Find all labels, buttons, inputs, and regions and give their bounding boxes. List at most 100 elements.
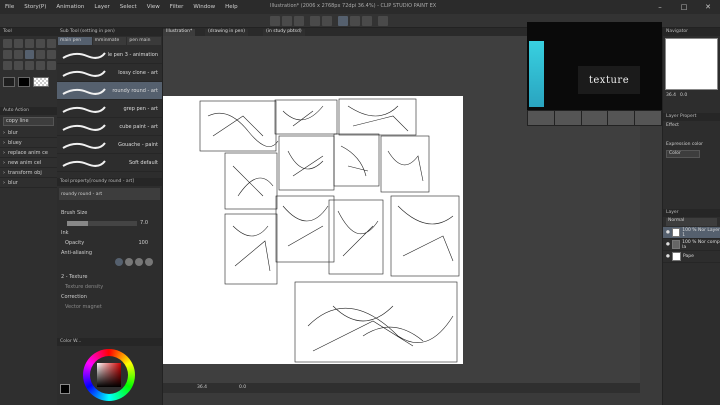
gradient-icon[interactable] [47,61,56,70]
canvas-paper[interactable] [163,96,463,364]
vector-magnet-row[interactable]: Vector magnet [57,302,162,312]
saturation-square[interactable] [97,363,121,387]
main-color-swatch[interactable] [3,77,15,87]
brush-item[interactable]: cube paint - art [57,118,162,136]
maximize-button[interactable]: □ [672,0,696,14]
tool-grid [0,36,57,73]
brush-item[interactable]: lossy clone - art [57,64,162,82]
snap-icon[interactable] [338,16,348,26]
menu-help[interactable]: Help [220,4,243,10]
layer-row[interactable]: ● Pape [663,251,720,263]
open-file-icon[interactable] [282,16,292,26]
menu-select[interactable]: Select [115,4,142,10]
brush-label: grep pen - art [123,105,158,112]
auto-action-select[interactable]: copy line [3,117,54,126]
eye-icon[interactable]: ● [666,242,670,247]
brush-size-track[interactable] [67,220,137,226]
list-item[interactable]: › bluey [0,138,57,148]
aa-strong-icon[interactable] [145,258,153,266]
redo-icon[interactable] [322,16,332,26]
brush-stroke-preview [62,87,106,95]
eyedropper-icon[interactable] [14,50,23,59]
rotation-readout[interactable]: 0.0 [239,385,246,390]
navigator-angle[interactable]: 0.0 [680,93,687,98]
brush-size-slider[interactable]: 7.0 [57,218,162,228]
eye-icon[interactable]: ● [666,230,670,235]
brush-label: Gouache - paint [118,141,158,148]
tab-drawing[interactable]: (drawing in pen) [205,29,249,36]
settings-icon[interactable] [378,16,388,26]
eye-icon[interactable]: ● [666,254,670,259]
layer-row[interactable]: ● 100 % Nor Layer 1 [663,227,720,239]
tab-illustration[interactable]: Illustration* [163,29,196,36]
close-button[interactable]: ✕ [696,0,720,14]
new-file-icon[interactable] [270,16,280,26]
move-icon[interactable] [14,39,23,48]
bottom-strip [163,393,640,405]
thumbnail[interactable] [581,111,608,125]
opacity-row[interactable]: Opacity 100 [57,238,162,248]
thumbnail[interactable] [528,111,554,125]
navigator-preview[interactable] [665,38,718,90]
aa-none-icon[interactable] [115,258,123,266]
blend-mode-select[interactable]: Normal [666,218,717,226]
zoom-icon[interactable] [3,39,12,48]
menu-file[interactable]: File [0,4,19,10]
tab-mminmate[interactable]: mminmate [92,37,127,45]
sketch-frame [199,100,277,152]
blend-icon[interactable] [25,61,34,70]
menu-story[interactable]: Story(P) [19,4,51,10]
save-icon[interactable] [294,16,304,26]
brush-icon[interactable] [47,50,56,59]
list-item[interactable]: › replace anim ce [0,148,57,158]
menu-layer[interactable]: Layer [89,4,114,10]
brush-item[interactable]: le pen 3 - animation [57,46,162,64]
brush-item[interactable]: roundy round - art [57,82,162,100]
texture-density-row[interactable]: Texture density [57,282,162,292]
snap-grid-icon[interactable] [362,16,372,26]
zoom-readout[interactable]: 36.4 [197,385,207,390]
thumbnail[interactable] [608,111,635,125]
aa-medium-icon[interactable] [135,258,143,266]
menu-window[interactable]: Window [188,4,220,10]
snap-ruler-icon[interactable] [350,16,360,26]
menu-view[interactable]: View [142,4,165,10]
reference-swatch [529,41,544,107]
layer-row[interactable]: ● 100 % Nor comp la [663,239,720,251]
lasso-icon[interactable] [3,50,12,59]
brush-stroke-preview [62,159,106,167]
pencil-icon[interactable] [36,50,45,59]
brush-item[interactable]: Gouache - paint [57,136,162,154]
transparent-swatch[interactable] [33,77,49,87]
brush-item[interactable]: Soft default [57,154,162,172]
tab-study[interactable]: (in study pbtsd) [263,29,305,36]
menu-animation[interactable]: Animation [51,4,89,10]
list-item[interactable]: › transform obj [0,168,57,178]
hand-icon[interactable] [25,39,34,48]
list-item[interactable]: › blur [0,128,57,138]
thumbnail[interactable] [635,111,661,125]
navigator-zoom[interactable]: 36.4 [666,93,676,98]
hue-ring[interactable] [83,349,135,401]
current-color-swatch[interactable] [60,384,70,394]
pen-icon[interactable] [25,50,34,59]
expression-color-select[interactable]: Color [666,150,700,158]
operation-icon[interactable] [36,39,45,48]
tab-main-pen[interactable]: main pen [58,37,92,45]
menu-filter[interactable]: Filter [165,4,189,10]
effect-label: Effect [666,123,679,128]
sub-color-swatch[interactable] [18,77,30,87]
expression-color-label: Expression color [666,142,703,147]
brush-item[interactable]: grep pen - art [57,100,162,118]
fill-icon[interactable] [36,61,45,70]
airbrush-icon[interactable] [3,61,12,70]
thumbnail[interactable] [554,111,581,125]
aa-weak-icon[interactable] [125,258,133,266]
minimize-button[interactable]: – [648,0,672,14]
list-item[interactable]: › blur [0,178,57,188]
list-item[interactable]: › new anim cel [0,158,57,168]
selection-icon[interactable] [47,39,56,48]
tab-pen-main[interactable]: pen main [127,37,162,45]
eraser-icon[interactable] [14,61,23,70]
undo-icon[interactable] [310,16,320,26]
